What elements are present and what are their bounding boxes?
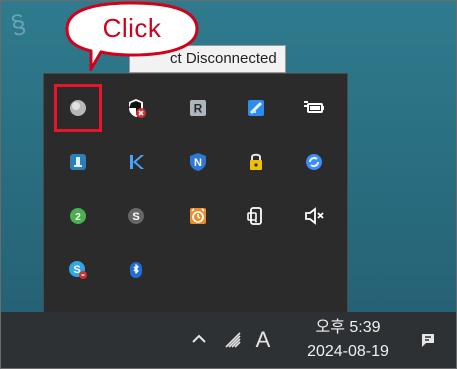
phone-link-icon[interactable] <box>229 189 283 243</box>
k-app-icon[interactable] <box>109 135 163 189</box>
notification-center-icon[interactable] <box>413 312 443 368</box>
bluetooth-icon[interactable] <box>109 243 163 297</box>
tray-overflow-panel: R N 2 S S <box>43 73 348 313</box>
taskbar: A 오후 5:39 2024-08-19 <box>1 312 456 368</box>
clock-date: 2024-08-19 <box>307 343 389 360</box>
sync-swirl-icon[interactable] <box>287 135 341 189</box>
desktop-background-logo: § <box>7 7 29 41</box>
svg-text:N: N <box>194 157 202 169</box>
battery-power-icon[interactable] <box>287 81 341 135</box>
svg-text:R: R <box>194 102 203 116</box>
tower-app-icon[interactable] <box>51 135 105 189</box>
desktop-screenshot: § ct Disconnected R N 2 S S Click A 오후 5… <box>0 0 457 369</box>
svg-text:S: S <box>132 211 139 223</box>
paint-tool-icon[interactable] <box>229 81 283 135</box>
s-app-icon[interactable]: S <box>109 189 163 243</box>
green-circle-app-icon[interactable]: 2 <box>51 189 105 243</box>
security-lock-icon[interactable] <box>229 135 283 189</box>
selected-icon-highlight <box>54 84 102 132</box>
shield-blocked-icon[interactable] <box>109 81 163 135</box>
taskbar-clock[interactable]: 오후 5:39 2024-08-19 <box>288 317 408 365</box>
chevron-up-icon[interactable] <box>185 312 213 368</box>
n-badge-icon[interactable]: N <box>171 135 225 189</box>
skype-icon[interactable]: S <box>51 243 105 297</box>
svg-text:2: 2 <box>75 212 81 223</box>
clock-time: 오후 5:39 <box>315 319 381 336</box>
callout-label: Click <box>102 13 162 43</box>
input-indicator[interactable]: A <box>249 312 277 368</box>
wifi-icon[interactable] <box>219 312 247 368</box>
alarm-clock-icon[interactable] <box>171 189 225 243</box>
speaker-muted-icon[interactable] <box>287 189 341 243</box>
r-app-icon[interactable]: R <box>171 81 225 135</box>
